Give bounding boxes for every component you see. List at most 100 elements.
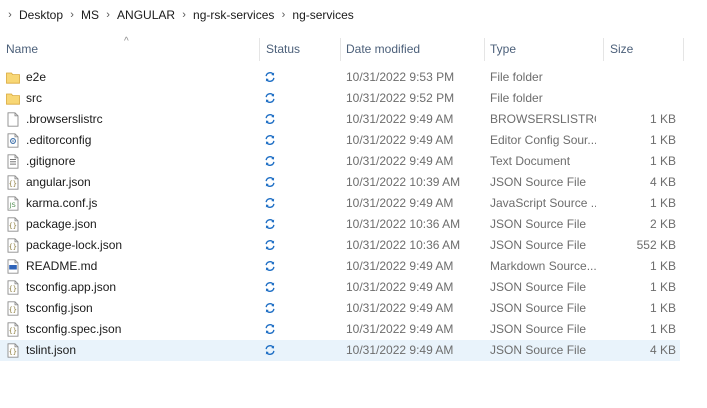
breadcrumb-item[interactable]: ng-services [290,8,355,22]
file-name: .browserslistrc [26,112,103,126]
file-name: README.md [26,259,98,273]
file-date-modified: 10/31/2022 10:36 AM [346,238,461,252]
column-header-status[interactable]: Status [266,36,300,63]
svg-text:{}: {} [9,222,17,230]
sync-status-icon [264,67,278,88]
sync-status-icon [264,151,278,172]
breadcrumb-item[interactable]: MS [79,8,101,22]
file-name: src [26,91,42,105]
file-type: JavaScript Source ... [490,196,596,210]
chevron-right-icon[interactable]: › [101,9,115,21]
file-row[interactable]: {} tsconfig.app.json 10/31/2022 9:49 AM JSO… [0,277,680,298]
file-size: 1 KB [649,133,676,147]
svg-text:{}: {} [9,348,17,356]
file-date-modified: 10/31/2022 9:49 AM [346,154,454,168]
file-type: Editor Config Sour... [490,133,596,147]
column-header-size[interactable]: Size [610,36,633,63]
file-name: package.json [26,217,97,231]
svg-text:JS: JS [9,201,16,209]
file-size: 1 KB [649,259,676,273]
chevron-right-icon[interactable]: › [65,9,79,21]
file-date-modified: 10/31/2022 9:49 AM [346,280,454,294]
file-row[interactable]: .browserslistrc 10/31/2022 9:49 AM BROWSER… [0,109,680,130]
sync-status-icon [264,256,278,277]
file-size: 1 KB [649,301,676,315]
json-file-icon: {} [6,301,20,316]
file-type: JSON Source File [490,238,587,252]
file-row[interactable]: e2e 10/31/2022 9:53 PM File folder [0,67,680,88]
json-file-icon: {} [6,175,20,190]
file-date-modified: 10/31/2022 9:52 PM [346,91,455,105]
file-date-modified: 10/31/2022 9:49 AM [346,112,454,126]
file-type: JSON Source File [490,343,587,357]
text-file-icon [6,154,20,169]
file-date-modified: 10/31/2022 9:49 AM [346,343,454,357]
column-header-type[interactable]: Type [490,36,516,63]
file-type: File folder [490,70,543,84]
file-row[interactable]: .editorconfig 10/31/2022 9:49 AM Editor Co… [0,130,680,151]
file-row[interactable]: {} package.json 10/31/2022 10:36 AM JSON So… [0,214,680,235]
file-type: File folder [490,91,543,105]
markdown-file-icon [6,259,20,274]
file-row[interactable]: README.md 10/31/2022 9:49 AM Markdown Sour… [0,256,680,277]
column-header-name[interactable]: Name [6,36,38,63]
file-row[interactable]: src 10/31/2022 9:52 PM File folder [0,88,680,109]
file-date-modified: 10/31/2022 10:36 AM [346,217,461,231]
folder-icon [6,91,20,106]
file-row[interactable]: {} tsconfig.json 10/31/2022 9:49 AM JSON So… [0,298,680,319]
file-name: tslint.json [26,343,77,357]
sync-status-icon [264,235,278,256]
file-type: JSON Source File [490,280,587,294]
chevron-right-icon[interactable]: › [3,9,17,21]
sort-ascending-icon: ^ [124,36,129,47]
file-date-modified: 10/31/2022 9:49 AM [346,322,454,336]
file-type: Text Document [490,154,571,168]
sync-status-icon [264,340,278,361]
file-row[interactable]: {} tslint.json 10/31/2022 9:49 AM JSON Sour… [0,340,680,361]
file-name: tsconfig.spec.json [26,322,122,336]
json-file-icon: {} [6,343,20,358]
file-row[interactable]: {} tsconfig.spec.json 10/31/2022 9:49 AM JS… [0,319,680,340]
file-name: tsconfig.json [26,301,93,315]
json-file-icon: {} [6,280,20,295]
file-name: .gitignore [26,154,76,168]
file-name: e2e [26,70,47,84]
file-date-modified: 10/31/2022 9:49 AM [346,196,454,210]
file-row[interactable]: JS karma.conf.js 10/31/2022 9:49 AM JavaScr… [0,193,680,214]
svg-text:{}: {} [9,243,17,251]
column-divider[interactable] [259,38,260,61]
column-divider[interactable] [683,38,684,61]
sync-status-icon [264,109,278,130]
file-date-modified: 10/31/2022 9:49 AM [346,301,454,315]
svg-text:{}: {} [9,285,17,293]
sync-status-icon [264,319,278,340]
column-divider[interactable] [484,38,485,61]
file-size: 2 KB [649,217,676,231]
file-type: JSON Source File [490,322,587,336]
js-file-icon: JS [6,196,20,211]
file-row[interactable]: {} package-lock.json 10/31/2022 10:36 AM JS… [0,235,680,256]
breadcrumb-item[interactable]: ng-rsk-services [191,8,276,22]
json-file-icon: {} [6,217,20,232]
column-divider[interactable] [340,38,341,61]
file-row[interactable]: .gitignore 10/31/2022 9:49 AM Text Documen… [0,151,680,172]
sync-status-icon [264,88,278,109]
file-size: 4 KB [649,175,676,189]
file-type: JSON Source File [490,217,587,231]
config-file-icon [6,133,20,148]
file-size: 1 KB [649,322,676,336]
breadcrumb-item[interactable]: ANGULAR [115,8,177,22]
file-name: karma.conf.js [26,196,98,210]
file-type: Markdown Source... [490,259,596,273]
breadcrumb-item[interactable]: Desktop [17,8,65,22]
file-size [604,67,676,88]
file-size: 1 KB [649,154,676,168]
column-divider[interactable] [603,38,604,61]
svg-text:{}: {} [9,327,17,335]
column-header-date[interactable]: Date modified [346,36,420,63]
column-header: Name ^ Status Date modified Type Size [0,36,684,63]
sync-status-icon [264,298,278,319]
chevron-right-icon[interactable]: › [177,9,191,21]
file-row[interactable]: {} angular.json 10/31/2022 10:39 AM JSON So… [0,172,680,193]
chevron-right-icon[interactable]: › [276,9,290,21]
